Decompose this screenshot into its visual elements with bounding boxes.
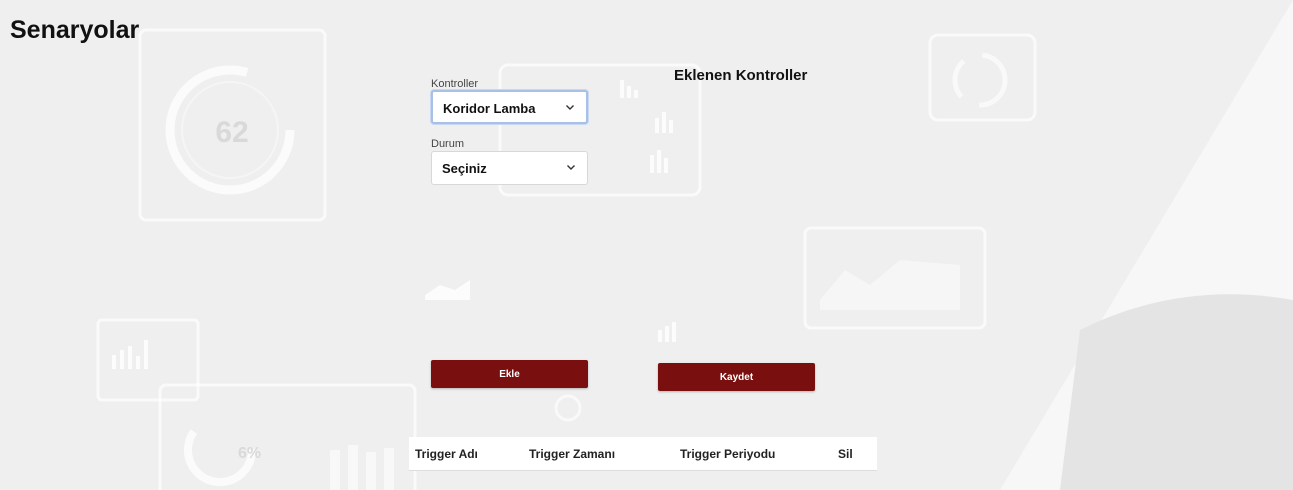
controls-select[interactable]: Koridor Lamba: [431, 90, 588, 124]
background-gauge-value: 62: [215, 116, 248, 149]
column-header-trigger-period: Trigger Periyodu: [680, 447, 776, 461]
trigger-table-header: Trigger Adı Trigger Zamanı Trigger Periy…: [409, 437, 877, 471]
chevron-down-icon: [566, 105, 574, 110]
controls-label: Kontroller: [431, 78, 479, 90]
status-select[interactable]: Seçiniz: [431, 151, 588, 185]
background-dashboard-illustration: 62 6%: [0, 0, 1293, 490]
background-gauge-percent: 6%: [238, 445, 261, 462]
status-select-value: Seçiniz: [442, 161, 487, 176]
column-header-trigger-name: Trigger Adı: [415, 447, 478, 461]
save-button[interactable]: Kaydet: [658, 363, 815, 391]
added-controls-title: Eklenen Kontroller: [674, 67, 808, 84]
page-title: Senaryolar: [10, 16, 140, 44]
controls-select-value: Koridor Lamba: [443, 101, 536, 116]
chevron-down-icon: [567, 165, 575, 170]
column-header-trigger-time: Trigger Zamanı: [529, 447, 616, 461]
status-label: Durum: [431, 138, 465, 150]
add-button[interactable]: Ekle: [431, 360, 588, 388]
column-header-delete: Sil: [838, 447, 853, 461]
